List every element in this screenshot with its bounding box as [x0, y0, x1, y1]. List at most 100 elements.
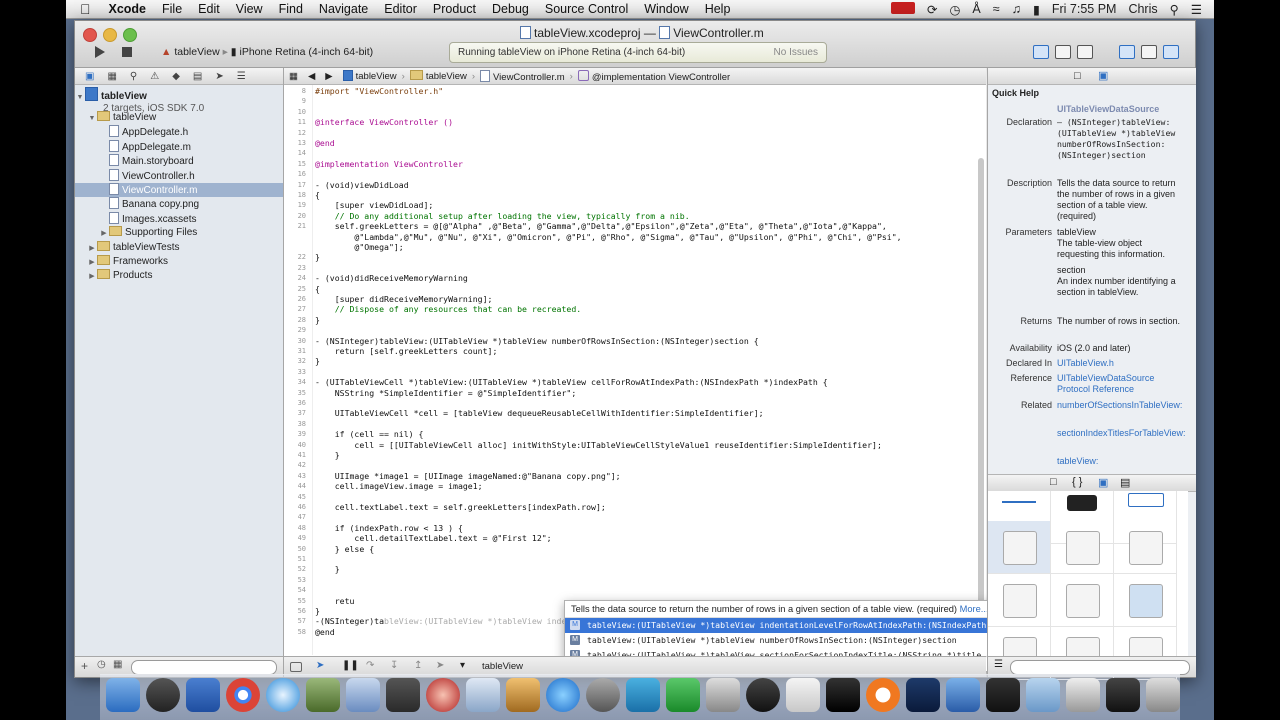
menu-navigate[interactable]: Navigate [311, 2, 376, 16]
code-line[interactable]: @end [315, 138, 335, 148]
test-icon[interactable]: ◆ [172, 71, 180, 82]
log-icon[interactable]: ☰ [237, 71, 246, 82]
file-inspector-icon[interactable]: □ [1074, 70, 1081, 82]
tree-item-banana-png[interactable]: Banana copy.png [75, 197, 283, 211]
sublime-icon[interactable] [386, 678, 420, 712]
step-out-icon[interactable]: ↥ [414, 660, 422, 671]
app-icon[interactable] [186, 678, 220, 712]
code-line[interactable]: cell.textLabel.text = self.greekLetters[… [315, 502, 606, 512]
finder-icon[interactable] [106, 678, 140, 712]
navigator-toggle-icon[interactable] [1119, 45, 1135, 59]
breakpoints-toggle-icon[interactable]: ➤ [316, 660, 324, 671]
menu-window[interactable]: Window [636, 2, 696, 16]
symbol-icon[interactable]: ▦ [107, 71, 116, 82]
debug-target[interactable]: tableView [482, 661, 523, 672]
volume-icon[interactable]: ♫ [1006, 2, 1027, 16]
app-menu[interactable]: Xcode [101, 2, 155, 16]
sync-icon[interactable]: ⟳ [921, 2, 943, 17]
code-line[interactable]: #import "ViewController.h" [315, 86, 443, 96]
tree-item-supporting-files[interactable]: ▶ Supporting Files [75, 226, 283, 240]
jump-bar-file[interactable]: ViewController.m [475, 69, 570, 83]
disclosure-closed-icon[interactable]: ▶ [87, 242, 97, 256]
code-line[interactable]: [super viewDidLoad]; [315, 200, 434, 210]
trash-icon[interactable] [1146, 678, 1180, 712]
tree-item-appdelegate-m[interactable]: AppDelegate.m [75, 139, 283, 154]
recent-filter-icon[interactable]: ◷ [97, 659, 106, 670]
menu-help[interactable]: Help [697, 2, 739, 16]
tree-item-viewcontroller-h[interactable]: ViewController.h [75, 168, 283, 183]
code-line[interactable]: } [315, 315, 320, 325]
step-in-icon[interactable]: ↧ [390, 660, 398, 671]
code-line[interactable]: - (NSInteger)tableView:(UITableView *)ta… [315, 336, 759, 346]
code-line[interactable]: retu [315, 596, 355, 606]
step-over-icon[interactable]: ↷ [366, 660, 374, 671]
tree-item-products[interactable]: ▶ Products [75, 269, 283, 283]
app-icon[interactable] [426, 678, 460, 712]
stop-button[interactable] [122, 47, 132, 57]
add-file-button[interactable]: + [81, 659, 88, 673]
code-line[interactable]: } [315, 252, 320, 262]
related-items-icon[interactable]: ▦ [284, 71, 303, 82]
tree-item-tableviewtests[interactable]: ▶ tableViewTests [75, 240, 283, 256]
tree-item-appdelegate-h[interactable]: AppDelegate.h [75, 125, 283, 139]
location-icon[interactable]: ➤ [436, 660, 444, 671]
app-icon[interactable] [306, 678, 340, 712]
assistant-editor-icon[interactable] [1055, 45, 1071, 59]
code-line[interactable]: } [315, 356, 320, 366]
battery-icon[interactable]: ▮ [1027, 2, 1046, 17]
folder-icon[interactable] [1026, 678, 1060, 712]
menu-view[interactable]: View [228, 2, 271, 16]
safari-icon[interactable] [266, 678, 300, 712]
disclosure-open-icon[interactable]: ▼ [75, 92, 85, 103]
declared-in-link[interactable]: UITableView.h [1057, 358, 1182, 369]
library-item[interactable] [1051, 574, 1114, 627]
thread-icon[interactable]: ▾ [460, 660, 465, 671]
code-line[interactable]: } [315, 450, 340, 460]
code-line[interactable]: self.greekLetters = @[@"Alpha" ,@"Beta",… [315, 221, 887, 231]
textedit-icon[interactable] [786, 678, 820, 712]
scheme-selector[interactable]: ▲ tableView ▸ ▮ iPhone Retina (4-inch 64… [161, 46, 373, 58]
code-line[interactable]: } else { [315, 544, 374, 554]
code-line[interactable]: - (void)viewDidLoad [315, 180, 409, 190]
code-line[interactable]: @implementation ViewController [315, 159, 463, 169]
library-item[interactable] [1114, 574, 1177, 627]
menu-source-control[interactable]: Source Control [537, 2, 636, 16]
code-line[interactable]: } [315, 606, 320, 616]
pause-icon[interactable]: ❚❚ [342, 660, 359, 671]
menu-editor[interactable]: Editor [376, 2, 425, 16]
library-item[interactable] [988, 521, 1051, 574]
spotlight-icon[interactable]: ⚲ [1164, 2, 1185, 17]
menu-edit[interactable]: Edit [190, 2, 228, 16]
code-line[interactable]: cell.imageView.image = image1; [315, 481, 483, 491]
jump-bar-project[interactable]: tableView [338, 70, 402, 82]
library-item[interactable] [988, 574, 1051, 627]
object-library-icon[interactable]: ▣ [1098, 476, 1108, 489]
tree-item-viewcontroller-m[interactable]: ViewController.m [75, 182, 283, 198]
code-line[interactable]: @"Omega"]; [315, 242, 403, 252]
minimize-window-button[interactable] [103, 28, 117, 42]
code-line[interactable]: if (indexPath.row < 13 ) { [315, 523, 463, 533]
code-line[interactable]: UIImage *image1 = [UIImage imageNamed:@"… [315, 471, 621, 481]
terminal-icon[interactable] [826, 678, 860, 712]
app-icon[interactable] [986, 678, 1020, 712]
tree-item-images-xcassets[interactable]: Images.xcassets [75, 211, 283, 226]
related-link[interactable]: tableView: [1057, 456, 1182, 467]
code-snippet-icon[interactable]: { } [1072, 476, 1082, 488]
system-preferences-icon[interactable] [586, 678, 620, 712]
apple-menu-icon[interactable]:  [66, 1, 101, 17]
app-icon[interactable] [1066, 678, 1100, 712]
forward-button[interactable]: ▶ [320, 71, 337, 82]
tree-item-tableview-group[interactable]: ▼ tableView [75, 111, 283, 125]
code-line[interactable]: { [315, 284, 320, 294]
code-line[interactable]: UITableViewCell *cell = [tableView deque… [315, 408, 764, 418]
library-filter-input[interactable] [1010, 660, 1190, 675]
code-line[interactable]: // Do any additional setup after loading… [315, 211, 690, 221]
xcode-icon[interactable] [346, 678, 380, 712]
tree-item-frameworks[interactable]: ▶ Frameworks [75, 254, 283, 269]
zoom-window-button[interactable] [123, 28, 137, 42]
app-icon[interactable] [466, 678, 500, 712]
debug-area-toggle-icon[interactable] [1141, 45, 1157, 59]
code-line[interactable]: } [315, 564, 340, 574]
code-line[interactable]: - (void)didReceiveMemoryWarning [315, 273, 468, 283]
disclosure-open-icon[interactable]: ▼ [87, 112, 97, 126]
